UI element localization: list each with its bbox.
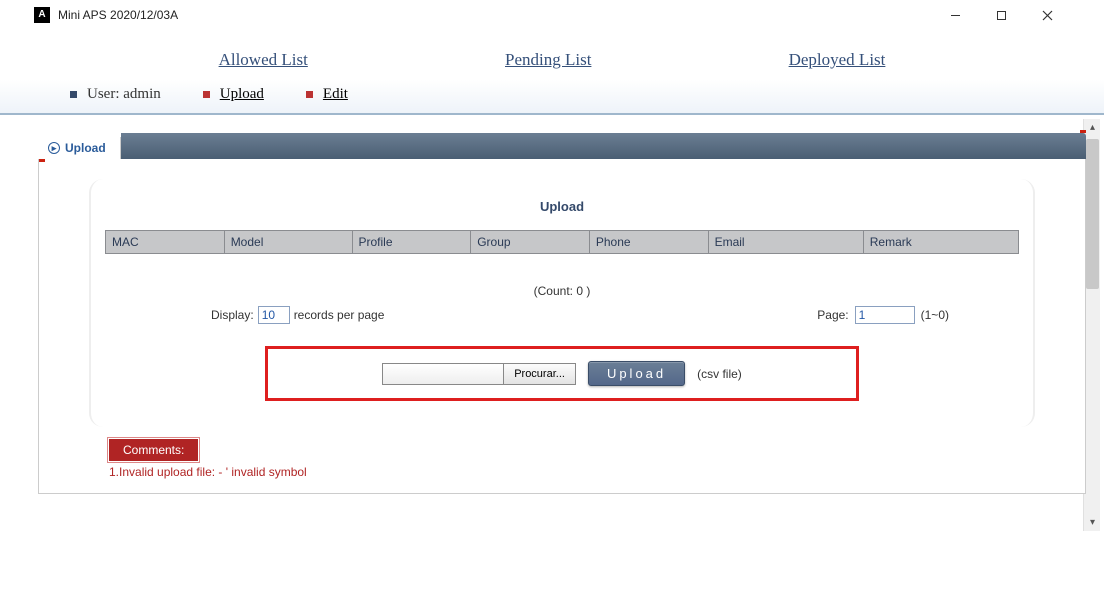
upload-button[interactable]: Upload: [588, 361, 685, 386]
col-remark: Remark: [863, 231, 1018, 254]
file-chooser[interactable]: Procurar...: [382, 363, 576, 385]
col-phone: Phone: [589, 231, 708, 254]
browse-button[interactable]: Procurar...: [503, 364, 575, 384]
window-maximize-button[interactable]: [978, 0, 1024, 30]
tab-pending-list[interactable]: Pending List: [505, 50, 591, 70]
scroll-thumb[interactable]: [1086, 139, 1099, 289]
csv-hint: (csv file): [697, 367, 742, 381]
comments-heading: Comments:: [109, 439, 198, 461]
upload-panel: ▸ Upload Upload MAC Model Profile Group …: [38, 133, 1086, 494]
top-nav: Allowed List Pending List Deployed List: [0, 30, 1104, 80]
window-minimize-button[interactable]: [932, 0, 978, 30]
display-label: Display:: [211, 308, 254, 322]
upload-box: Procurar... Upload (csv file): [265, 346, 859, 401]
col-profile: Profile: [352, 231, 471, 254]
tab-allowed-list[interactable]: Allowed List: [219, 50, 308, 70]
scroll-down-icon[interactable]: ▾: [1084, 514, 1101, 531]
file-path-input[interactable]: [383, 364, 503, 384]
user-label: User: admin: [70, 86, 161, 103]
display-input[interactable]: [258, 306, 290, 324]
scroll-up-icon[interactable]: ▴: [1084, 119, 1101, 136]
nav-upload[interactable]: Upload: [220, 86, 264, 102]
expand-icon: ▸: [48, 142, 60, 154]
page-range: (1~0): [921, 308, 949, 322]
upload-table: MAC Model Profile Group Phone Email Rema…: [105, 230, 1019, 254]
app-logo: A: [34, 7, 50, 23]
col-model: Model: [224, 231, 352, 254]
count-label: (Count: 0 ): [105, 284, 1019, 298]
window-close-button[interactable]: [1024, 0, 1070, 30]
section-title: Upload: [105, 199, 1019, 214]
window-titlebar: A Mini APS 2020/12/03A: [0, 0, 1104, 30]
page-input[interactable]: [855, 306, 915, 324]
panel-tab-upload[interactable]: ▸ Upload: [38, 137, 121, 159]
col-group: Group: [471, 231, 590, 254]
window-title: Mini APS 2020/12/03A: [58, 8, 178, 22]
records-label: records per page: [294, 308, 385, 322]
panel-tab-label: Upload: [65, 141, 106, 155]
col-email: Email: [708, 231, 863, 254]
comment-line-1: 1.Invalid upload file: - ' invalid symbo…: [109, 465, 1065, 479]
page-label: Page:: [817, 308, 848, 322]
sub-nav: User: admin Upload Edit: [0, 86, 1104, 103]
col-mac: MAC: [106, 231, 225, 254]
tab-deployed-list[interactable]: Deployed List: [789, 50, 886, 70]
nav-edit[interactable]: Edit: [323, 86, 348, 102]
